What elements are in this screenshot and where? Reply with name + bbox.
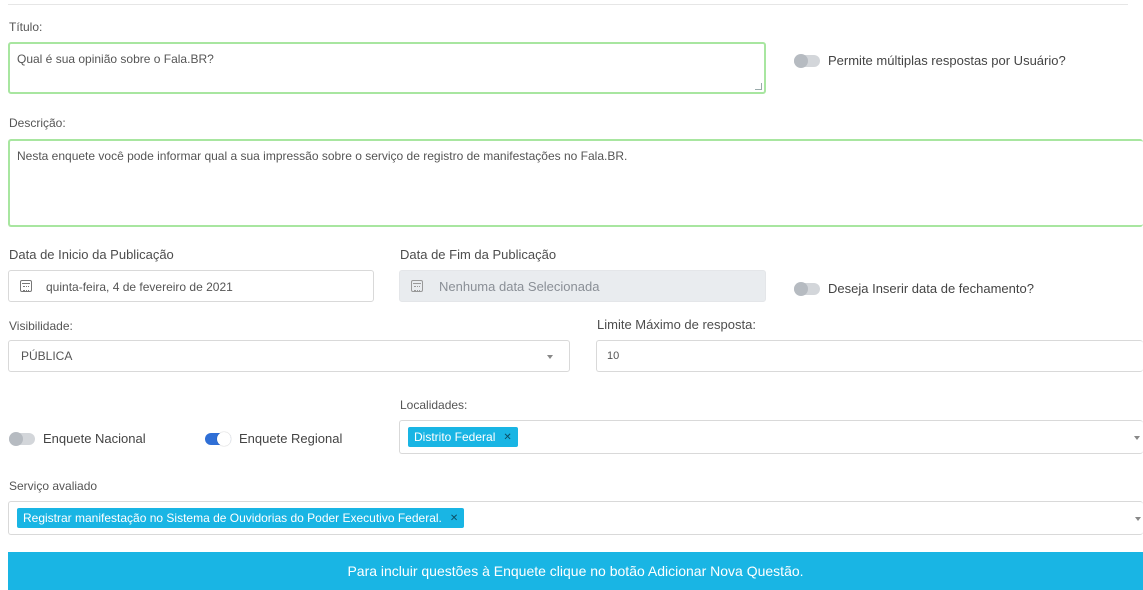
toggle-switch-icon[interactable]: [9, 431, 35, 446]
inicio-date-input[interactable]: quinta-feira, 4 de fevereiro de 2021: [8, 270, 374, 302]
servico-chip[interactable]: Registrar manifestação no Sistema de Ouv…: [17, 508, 465, 528]
info-banner: Para incluir questões à Enquete clique n…: [8, 552, 1143, 590]
visibilidade-value: PÚBLICA: [21, 349, 73, 363]
calendar-icon: [411, 280, 423, 292]
toggle-switch-icon[interactable]: [205, 431, 231, 446]
localidade-chip-label: Distrito Federal: [414, 430, 496, 444]
descricao-textarea[interactable]: Nesta enquete você pode informar qual a …: [8, 139, 1143, 227]
regional-toggle[interactable]: Enquete Regional: [205, 431, 342, 446]
fim-placeholder: Nenhuma data Selecionada: [439, 279, 600, 294]
fechamento-label: Deseja Inserir data de fechamento?: [828, 281, 1034, 296]
descricao-label: Descrição:: [9, 116, 66, 130]
descricao-value: Nesta enquete você pode informar qual a …: [17, 149, 628, 163]
servico-multiselect[interactable]: Registrar manifestação no Sistema de Ouv…: [8, 501, 1143, 535]
top-divider: [8, 4, 1128, 5]
chevron-down-icon: [1134, 436, 1140, 440]
remove-chip-icon[interactable]: ✕: [503, 432, 511, 443]
regional-label: Enquete Regional: [239, 431, 343, 446]
nacional-toggle[interactable]: Enquete Nacional: [9, 431, 146, 446]
limite-label: Limite Máximo de resposta:: [597, 317, 756, 332]
limite-input[interactable]: 10: [596, 340, 1143, 372]
localidade-chip[interactable]: Distrito Federal ✕: [408, 427, 518, 447]
fim-label: Data de Fim da Publicação: [400, 247, 557, 262]
nacional-label: Enquete Nacional: [43, 431, 146, 446]
chevron-down-icon: [1135, 517, 1141, 521]
chevron-down-icon: [547, 355, 553, 359]
fim-date-input[interactable]: Nenhuma data Selecionada: [399, 270, 766, 302]
remove-chip-icon[interactable]: ✕: [450, 513, 458, 524]
servico-label: Serviço avaliado: [9, 479, 98, 493]
visibilidade-label: Visibilidade:: [9, 319, 73, 333]
titulo-textarea[interactable]: Qual é sua opinião sobre o Fala.BR?: [8, 42, 766, 94]
multiplas-toggle[interactable]: Permite múltiplas respostas por Usuário?: [794, 53, 1066, 68]
resize-handle-icon[interactable]: [755, 83, 762, 90]
limite-value: 10: [607, 350, 620, 362]
titulo-value: Qual é sua opinião sobre o Fala.BR?: [17, 52, 214, 66]
visibilidade-select[interactable]: PÚBLICA: [8, 340, 570, 372]
fechamento-toggle[interactable]: Deseja Inserir data de fechamento?: [794, 281, 1034, 296]
calendar-icon: [20, 280, 32, 292]
inicio-value: quinta-feira, 4 de fevereiro de 2021: [46, 280, 233, 294]
multiplas-label: Permite múltiplas respostas por Usuário?: [828, 53, 1066, 68]
toggle-switch-icon[interactable]: [794, 281, 820, 296]
localidades-multiselect[interactable]: Distrito Federal ✕: [399, 420, 1143, 454]
toggle-switch-icon[interactable]: [794, 53, 820, 68]
servico-chip-label: Registrar manifestação no Sistema de Ouv…: [23, 511, 442, 525]
info-banner-text: Para incluir questões à Enquete clique n…: [347, 563, 804, 579]
inicio-label: Data de Inicio da Publicação: [9, 247, 174, 262]
titulo-label: Título:: [9, 20, 43, 34]
localidades-label: Localidades:: [400, 398, 468, 412]
